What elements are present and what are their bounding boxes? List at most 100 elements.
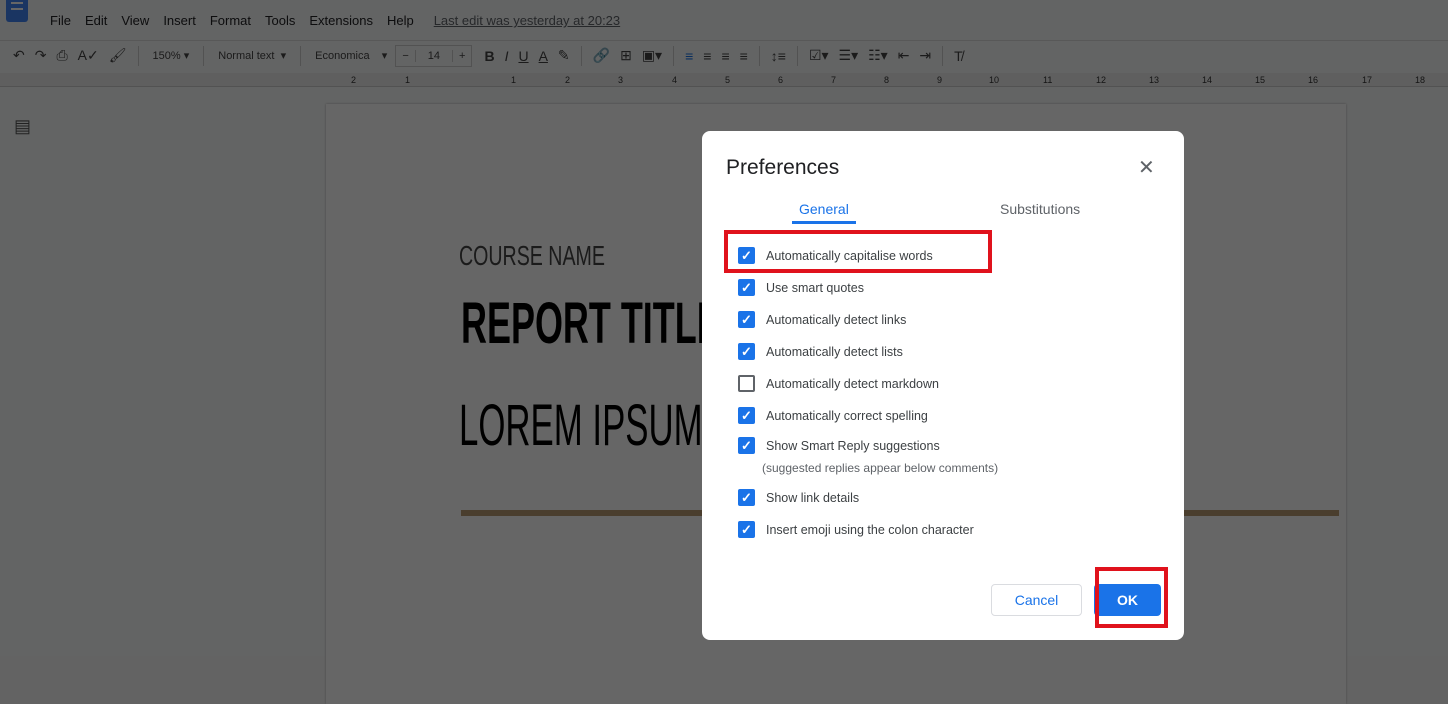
ruler-tick: 12	[1096, 75, 1107, 85]
ok-button[interactable]: OK	[1094, 584, 1161, 616]
paint-format-icon[interactable]: 🖌	[109, 47, 127, 64]
ruler-tick: 4	[672, 75, 678, 85]
checkbox[interactable]: ✓	[738, 489, 755, 506]
menu-bar: File Edit View Insert Format Tools Exten…	[50, 13, 634, 28]
bulleted-list-icon[interactable]: ☰▾	[839, 47, 859, 64]
menu-file[interactable]: File	[50, 13, 71, 28]
menu-tools[interactable]: Tools	[265, 13, 295, 28]
line-spacing-icon[interactable]: ↕≡	[771, 48, 786, 64]
comment-icon[interactable]: ⊞	[620, 47, 632, 64]
font-value: Economica	[315, 50, 370, 62]
ruler-tick: 5	[725, 75, 731, 85]
tab-substitutions[interactable]: Substitutions	[1000, 201, 1080, 217]
ruler-tick: 13	[1149, 75, 1160, 85]
last-edit-link[interactable]: Last edit was yesterday at 20:23	[434, 13, 620, 28]
ruler-tick: 8	[884, 75, 890, 85]
option-label: Automatically correct spelling	[766, 408, 928, 423]
preference-option[interactable]: ✓ Show Smart Reply suggestions	[738, 437, 940, 454]
option-label: Show link details	[766, 490, 860, 505]
preference-option[interactable]: ✓ Automatically detect links	[738, 311, 906, 328]
text-color-icon[interactable]: A	[539, 48, 548, 64]
preference-option[interactable]: ✓ Automatically detect lists	[738, 343, 903, 360]
preferences-dialog: Preferences ✕ General Substitutions ✓ Aut…	[702, 131, 1184, 640]
divider	[758, 45, 760, 66]
clear-formatting-icon[interactable]: T̸	[954, 48, 963, 64]
divider	[580, 45, 582, 66]
checkbox[interactable]: ✓	[738, 437, 755, 454]
cancel-button[interactable]: Cancel	[991, 584, 1082, 616]
option-label: Automatically detect markdown	[766, 376, 939, 391]
ruler-tick: 16	[1308, 75, 1319, 85]
menu-extensions[interactable]: Extensions	[309, 13, 373, 28]
report-title: REPORT TITLE	[461, 291, 721, 356]
highlight-icon[interactable]: ✎	[558, 47, 570, 64]
underline-icon[interactable]: U	[518, 48, 528, 64]
bold-icon[interactable]: B	[484, 48, 494, 64]
ruler-tick: 6	[778, 75, 784, 85]
preference-option[interactable]: ✓ Insert emoji using the colon character	[738, 521, 974, 538]
font-size-increase-button[interactable]: +	[453, 50, 471, 62]
image-icon[interactable]: ▣▾	[642, 47, 662, 64]
preference-option[interactable]: ✓ Use smart quotes	[738, 279, 864, 296]
font-size-decrease-button[interactable]: −	[396, 50, 414, 62]
numbered-list-icon[interactable]: ☷▾	[868, 47, 888, 64]
align-center-icon[interactable]: ≡	[703, 48, 711, 64]
tab-general[interactable]: General	[792, 201, 856, 224]
preference-option[interactable]: ✓ Automatically correct spelling	[738, 407, 928, 424]
print-icon[interactable]: ⎙	[56, 47, 67, 64]
link-icon[interactable]: 🔗	[593, 47, 610, 64]
checkbox[interactable]: ✓	[738, 279, 755, 296]
option-label: Automatically detect links	[766, 312, 907, 327]
divider	[203, 45, 205, 66]
close-icon[interactable]: ✕	[1138, 155, 1155, 180]
course-name: COURSE NAME	[459, 240, 605, 271]
italic-icon[interactable]: I	[505, 48, 509, 64]
ruler-tick: 3	[618, 75, 624, 85]
ruler-tick: 18	[1415, 75, 1426, 85]
redo-icon[interactable]: ↷	[35, 47, 47, 64]
ruler-tick: 11	[1043, 75, 1053, 85]
checkbox[interactable]: ✓	[738, 343, 755, 360]
checkbox[interactable]: ✓	[738, 247, 755, 264]
menu-format[interactable]: Format	[210, 13, 251, 28]
ruler-tick: 9	[937, 75, 943, 85]
ruler[interactable]: 2 1 1 2 3 4 5 6 7 8 9 10 11 12 13 14 15 16 17 18	[0, 73, 1448, 87]
checkbox[interactable]	[738, 375, 755, 392]
checkbox[interactable]: ✓	[738, 311, 755, 328]
dialog-title: Preferences	[726, 156, 840, 179]
increase-indent-icon[interactable]: ⇥	[919, 47, 931, 64]
font-select[interactable]: Economica ▾	[315, 49, 387, 62]
preference-option[interactable]: Automatically detect markdown	[738, 375, 939, 392]
option-label: Show Smart Reply suggestions	[766, 438, 940, 453]
ruler-tick: 2	[351, 75, 357, 85]
ruler-tick: 17	[1362, 75, 1373, 85]
justify-icon[interactable]: ≡	[740, 48, 748, 64]
ruler-tick: 14	[1202, 75, 1213, 85]
document-outline-icon[interactable]: ▤	[14, 116, 31, 137]
zoom-select[interactable]: 150% ▾	[153, 49, 190, 62]
menu-edit[interactable]: Edit	[85, 13, 107, 28]
report-subtitle: LOREM IPSUM	[459, 393, 703, 458]
font-size-stepper[interactable]: − 14 +	[395, 44, 473, 67]
style-select[interactable]: Normal text ▾	[218, 49, 286, 62]
preference-option[interactable]: ✓ Automatically capitalise words	[738, 247, 933, 264]
spellcheck-icon[interactable]: A✓	[78, 47, 99, 64]
font-size-input[interactable]: 14	[414, 49, 453, 62]
docs-logo-icon[interactable]	[6, 0, 28, 22]
toolbar: ↶ ↷ ⎙ A✓ 🖌 150% ▾ Normal text ▾ Economic…	[0, 40, 1448, 70]
divider	[796, 45, 798, 66]
align-left-icon[interactable]: ≡	[685, 48, 693, 64]
checklist-icon[interactable]: ☑▾	[809, 47, 829, 64]
menu-view[interactable]: View	[121, 13, 149, 28]
undo-icon[interactable]: ↶	[13, 47, 25, 64]
checkbox[interactable]: ✓	[738, 521, 755, 538]
option-label: Use smart quotes	[766, 280, 864, 295]
decrease-indent-icon[interactable]: ⇤	[898, 47, 910, 64]
menu-help[interactable]: Help	[387, 13, 414, 28]
menu-insert[interactable]: Insert	[163, 13, 196, 28]
checkbox[interactable]: ✓	[738, 407, 755, 424]
ruler-tick: 2	[565, 75, 571, 85]
align-right-icon[interactable]: ≡	[721, 48, 729, 64]
preference-option[interactable]: ✓ Show link details	[738, 489, 859, 506]
option-label: Insert emoji using the colon character	[766, 522, 974, 537]
